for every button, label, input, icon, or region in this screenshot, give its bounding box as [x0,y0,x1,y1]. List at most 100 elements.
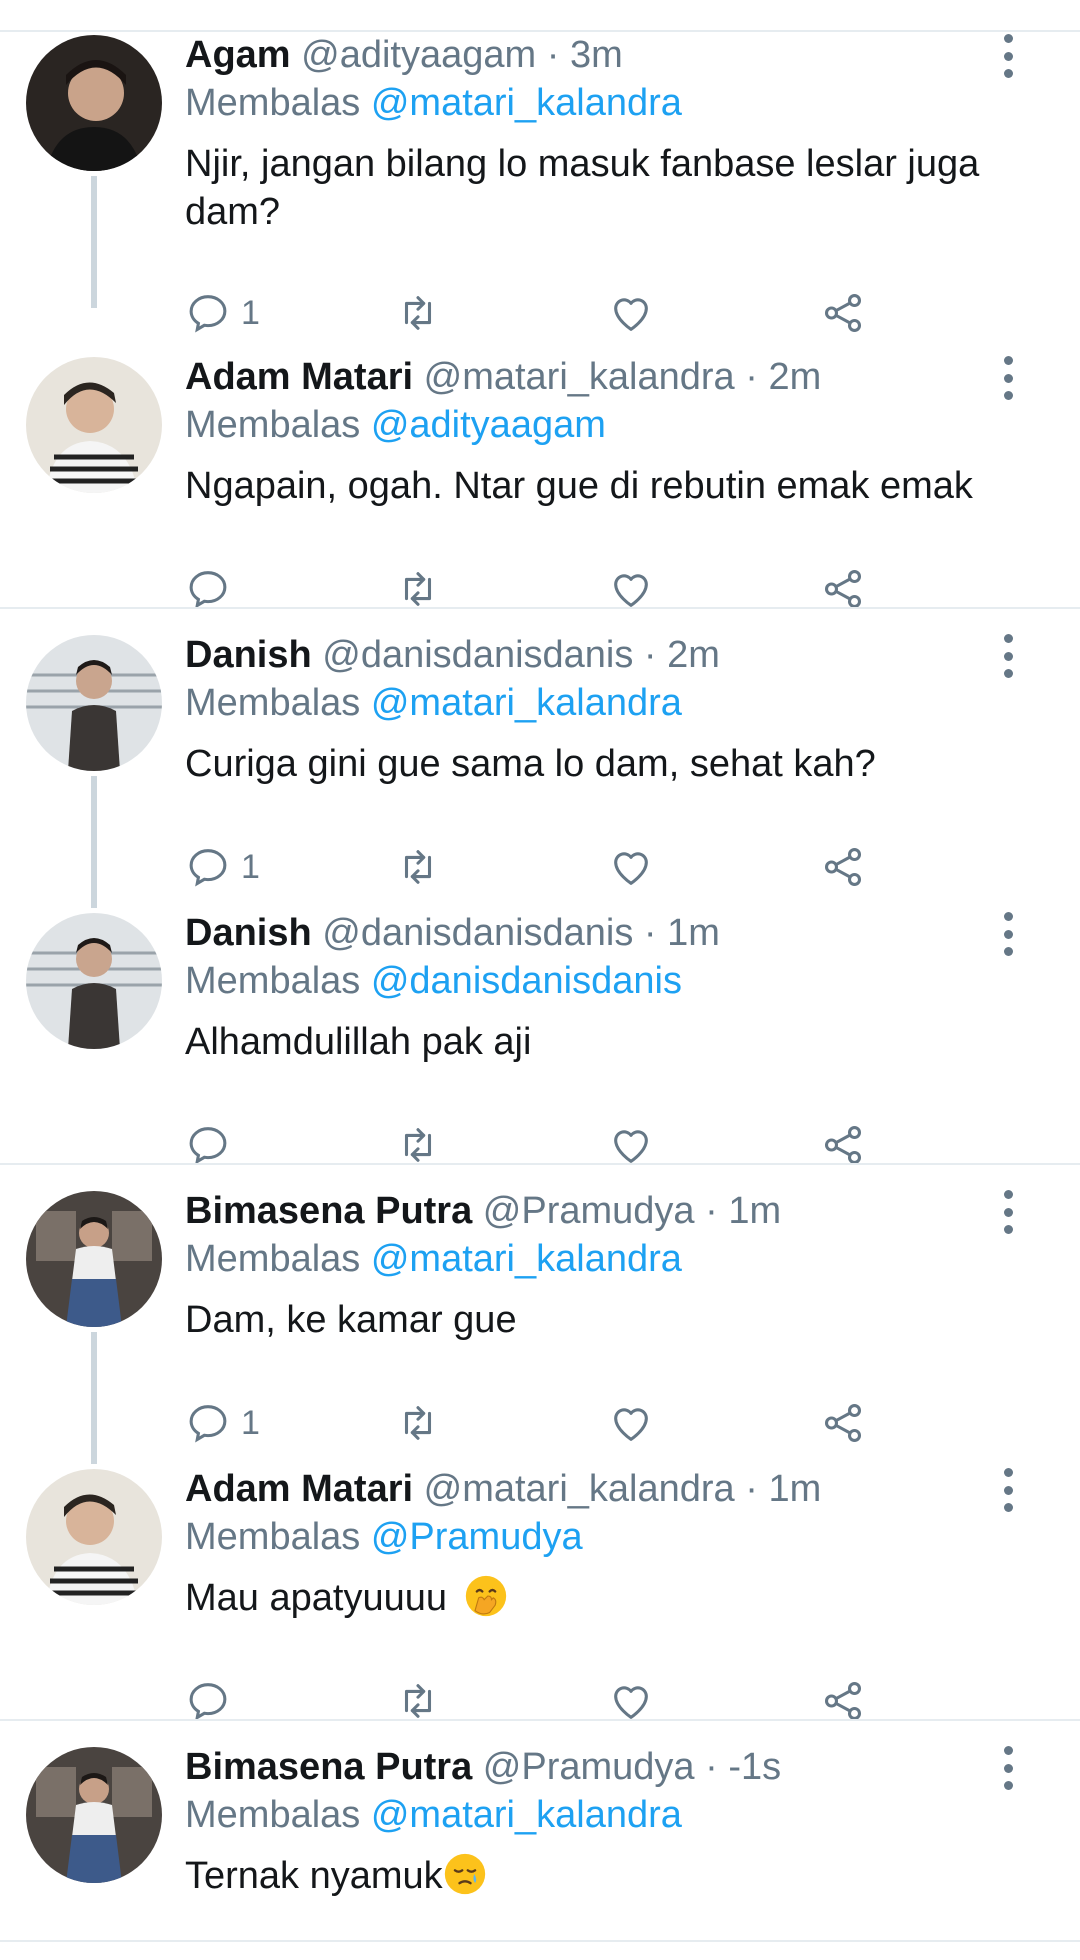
avatar[interactable] [26,35,162,171]
mention-link[interactable]: @Pramudya [371,1516,583,1558]
user-handle[interactable]: @adityaagam [301,34,536,76]
hand-over-mouth-emoji [465,1575,506,1617]
reply-icon [189,295,227,333]
tweet[interactable]: Adam Matari @matari_kalandra · 2m Membal… [0,352,1080,630]
tweet[interactable]: Agam @adityaagam · 3m Membalas @matari_k… [0,30,1080,333]
replying-to-label: Membalas [185,404,371,446]
more-options-icon[interactable] [995,1468,1021,1512]
user-handle[interactable]: @Pramudya [483,1746,695,1788]
like-button[interactable] [608,288,654,338]
mention-link[interactable]: @matari_kalandra [371,82,682,124]
display-name[interactable]: Bimasena Putra [185,1190,472,1232]
more-options-icon[interactable] [995,34,1021,78]
mention-link[interactable]: @matari_kalandra [371,1794,682,1836]
timestamp[interactable]: 1m [667,912,720,954]
share-button[interactable] [820,288,866,338]
replying-to-label: Membalas [185,1516,371,1558]
replying-to: Membalas @matari_kalandra [185,78,682,128]
user-handle[interactable]: @danisdanisdanis [322,912,633,954]
mention-link[interactable]: @matari_kalandra [371,1238,682,1280]
tweet-header: Bimasena Putra @Pramudya · -1s [185,1742,781,1792]
more-options-icon[interactable] [995,912,1021,956]
mention-link[interactable]: @adityaagam [371,404,606,446]
share-icon [824,1682,862,1720]
replying-to: Membalas @matari_kalandra [185,1234,682,1284]
more-options-icon[interactable] [995,356,1021,400]
more-options-icon[interactable] [995,1746,1021,1790]
more-options-icon[interactable] [995,634,1021,678]
timestamp[interactable]: -1s [728,1746,781,1788]
tweet-header: Agam @adityaagam · 3m [185,30,623,80]
replying-to: Membalas @danisdanisdanis [185,956,682,1006]
display-name[interactable]: Adam Matari [185,1468,413,1510]
reply-count: 1 [241,293,260,332]
reply-count: 1 [241,847,260,886]
separator: · [633,912,668,954]
retweet-button[interactable] [395,1398,441,1448]
replying-to-label: Membalas [185,682,371,724]
replying-to-label: Membalas [185,82,371,124]
user-handle[interactable]: @danisdanisdanis [322,634,633,676]
retweet-icon [404,1128,432,1162]
avatar[interactable] [26,1747,162,1883]
timestamp[interactable]: 3m [570,34,623,76]
separator: · [734,1468,769,1510]
thread-connector [91,776,97,908]
replying-to: Membalas @adityaagam [185,400,606,450]
avatar[interactable] [26,1191,162,1327]
timestamp[interactable]: 2m [667,634,720,676]
tweet[interactable]: Danish @danisdanisdanis · 1m Membalas @d… [0,908,1080,1186]
tweet[interactable]: Danish @danisdanisdanis · 2m Membalas @m… [0,630,1080,908]
conversation-divider [0,1163,1080,1165]
timestamp[interactable]: 1m [768,1468,821,1510]
user-handle[interactable]: @matari_kalandra [424,356,735,398]
retweet-icon [404,850,432,884]
tweet-actions: 1 [185,1398,885,1448]
user-handle[interactable]: @matari_kalandra [424,1468,735,1510]
tweet[interactable]: Bimasena Putra @Pramudya · -1s Membalas … [0,1742,1080,1960]
reply-button[interactable]: 1 [185,842,260,892]
display-name[interactable]: Danish [185,912,312,954]
retweet-icon [404,1684,432,1718]
reply-thread-page: Agam @adityaagam · 3m Membalas @matari_k… [0,0,1080,1960]
retweet-button[interactable] [395,842,441,892]
share-icon [824,1126,862,1164]
mention-link[interactable]: @danisdanisdanis [371,960,682,1002]
share-button[interactable] [820,1398,866,1448]
share-button[interactable] [820,842,866,892]
replying-to-label: Membalas [185,1238,371,1280]
tweet[interactable]: Adam Matari @matari_kalandra · 1m Membal… [0,1464,1080,1742]
tweet[interactable]: Bimasena Putra @Pramudya · 1m Membalas @… [0,1186,1080,1464]
replying-to-label: Membalas [185,1794,371,1836]
reply-button[interactable]: 1 [185,288,260,338]
avatar[interactable] [26,635,162,771]
display-name[interactable]: Danish [185,634,312,676]
tweet-text: Ternak nyamuk [185,1852,1035,1900]
tweet-text: Ngapain, ogah. Ntar gue di rebutin emak … [185,465,973,507]
tweet-actions: 1 [185,842,885,892]
like-button[interactable] [608,842,654,892]
reply-icon [189,571,227,609]
heart-icon [614,298,648,331]
retweet-icon [404,572,432,606]
tweet-actions: 1 [185,288,885,338]
avatar[interactable] [26,357,162,493]
avatar[interactable] [26,1469,162,1605]
user-handle[interactable]: @Pramudya [483,1190,695,1232]
display-name[interactable]: Bimasena Putra [185,1746,472,1788]
reply-button[interactable]: 1 [185,1398,260,1448]
like-button[interactable] [608,1398,654,1448]
display-name[interactable]: Agam [185,34,291,76]
display-name[interactable]: Adam Matari [185,356,413,398]
retweet-button[interactable] [395,288,441,338]
timestamp[interactable]: 1m [728,1190,781,1232]
share-icon [824,1404,862,1442]
conversation-divider [0,607,1080,609]
mention-link[interactable]: @matari_kalandra [371,682,682,724]
separator: · [536,34,570,76]
replying-to-label: Membalas [185,960,371,1002]
timestamp[interactable]: 2m [768,356,821,398]
heart-icon [614,1686,648,1719]
more-options-icon[interactable] [995,1190,1021,1234]
avatar[interactable] [26,913,162,1049]
